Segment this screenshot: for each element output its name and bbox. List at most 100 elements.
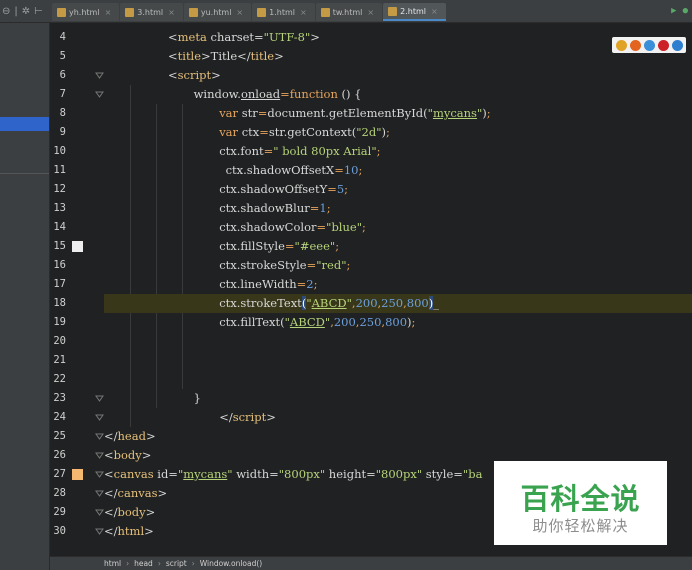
code-line[interactable]: <title>Title</title> <box>104 47 692 66</box>
breadcrumb-separator-icon: › <box>191 559 195 568</box>
fold-icon[interactable] <box>95 508 104 517</box>
code-line[interactable]: ctx.strokeStyle="red"; <box>104 256 692 275</box>
code-line[interactable]: } <box>104 389 692 408</box>
close-icon[interactable]: × <box>236 8 243 17</box>
tab-yh-html[interactable]: yh.html × <box>52 3 120 21</box>
code-line[interactable]: ctx.fillText("ABCD",200,250,800); <box>104 313 692 332</box>
code-token: = <box>316 220 327 234</box>
code-token: height= <box>325 467 376 481</box>
opera-icon[interactable] <box>657 39 669 51</box>
tab-yu-html[interactable]: yu.html × <box>183 3 252 21</box>
code-token: = <box>296 277 307 291</box>
code-line[interactable]: var str=document.getElementById("mycans"… <box>104 104 692 123</box>
breadcrumb-item[interactable]: html <box>104 559 121 568</box>
html-file-icon <box>320 7 330 17</box>
breadcrumb-item[interactable]: head <box>134 559 153 568</box>
code-line[interactable]: ctx.shadowOffsetX=10; <box>104 161 692 180</box>
breadcrumb: html › head › script › Window.onload() <box>50 556 692 570</box>
code-token: ctx.shadowOffsetY <box>219 182 328 196</box>
code-token: 200 <box>355 296 378 310</box>
code-token: < <box>168 30 178 44</box>
line-number: 12 <box>53 183 66 195</box>
code-token: > <box>310 30 320 44</box>
code-line[interactable]: ctx.font=" bold 80px Arial"; <box>104 142 692 161</box>
breadcrumb-item[interactable]: Window.onload() <box>200 559 263 568</box>
code-line[interactable]: ctx.strokeText("ABCD",200,250,800)_ <box>104 294 692 313</box>
code-line[interactable] <box>104 370 692 389</box>
tab-label: tw.html <box>332 7 363 17</box>
breadcrumb-item[interactable]: script <box>166 559 187 568</box>
hide-panel-icon[interactable]: ⊢ <box>34 6 43 17</box>
fold-icon[interactable] <box>95 470 104 479</box>
code-token: canvas <box>113 467 154 481</box>
html-file-icon <box>57 7 66 17</box>
code-token: "blue" <box>326 220 362 234</box>
code-line[interactable]: ctx.lineWidth=2; <box>104 275 692 294</box>
firefox-icon[interactable] <box>629 39 641 51</box>
code-token: = <box>257 106 268 120</box>
fold-icon[interactable] <box>95 90 104 99</box>
code-token: "#eee" <box>294 239 336 253</box>
close-icon[interactable]: × <box>105 8 112 17</box>
fold-icon[interactable] <box>95 71 104 80</box>
ie-icon[interactable] <box>671 39 683 51</box>
tab-label: yh.html <box>69 7 100 17</box>
code-line[interactable] <box>104 332 692 351</box>
bookmark-marker[interactable] <box>72 469 83 480</box>
fold-icon[interactable] <box>95 394 104 403</box>
tab-tw-html[interactable]: tw.html × <box>315 3 383 21</box>
line-number: 26 <box>53 449 66 461</box>
fold-icon[interactable] <box>95 413 104 422</box>
code-line[interactable]: var ctx=str.getContext("2d"); <box>104 123 692 142</box>
tab-1-html[interactable]: 1.html × <box>252 3 315 21</box>
line-number: 29 <box>53 506 66 518</box>
code-line[interactable]: <script> <box>104 66 692 85</box>
code-token: body <box>113 448 142 462</box>
code-line[interactable]: <meta charset="UTF-8"> <box>104 28 692 47</box>
code-token: html <box>117 524 145 538</box>
code-token: 800 <box>385 315 408 329</box>
close-icon[interactable]: × <box>367 8 374 17</box>
code-token: = <box>259 125 269 139</box>
line-number: 21 <box>53 354 66 366</box>
fold-icon[interactable] <box>95 489 104 498</box>
code-token: >Title</ <box>201 49 251 63</box>
code-line[interactable]: window.onload=function () { <box>104 85 692 104</box>
tab-3-html[interactable]: 3.html × <box>120 3 183 21</box>
code-line[interactable]: </script> <box>104 408 692 427</box>
code-token: 1 <box>319 201 327 215</box>
run-icon[interactable]: ▶ <box>671 6 676 16</box>
debug-icon[interactable]: ● <box>683 6 688 16</box>
close-icon[interactable]: × <box>431 7 438 16</box>
code-token: var <box>219 125 239 139</box>
safari-icon[interactable] <box>643 39 655 51</box>
project-selected-item[interactable] <box>0 117 49 131</box>
code-line[interactable]: ctx.shadowOffsetY=5; <box>104 180 692 199</box>
code-line[interactable]: ctx.shadowColor="blue"; <box>104 218 692 237</box>
fold-icon[interactable] <box>95 451 104 460</box>
code-line[interactable] <box>104 351 692 370</box>
separator-icon: | <box>14 5 18 17</box>
settings-icon[interactable]: ✲ <box>22 6 30 17</box>
line-number: 14 <box>53 221 66 233</box>
code-token: ; <box>486 106 491 120</box>
code-token: () { <box>337 87 362 101</box>
close-icon[interactable]: × <box>300 8 307 17</box>
code-token: str.getContext( <box>268 125 357 139</box>
code-token: "red" <box>316 258 347 272</box>
code-line[interactable]: ctx.fillStyle="#eee"; <box>104 237 692 256</box>
fold-icon[interactable] <box>95 432 104 441</box>
line-number: 6 <box>59 69 66 81</box>
breadcrumb-separator-icon: › <box>157 559 161 568</box>
tab-2-html[interactable]: 2.html × <box>383 3 446 21</box>
fold-icon[interactable] <box>95 527 104 536</box>
code-token: title <box>177 49 202 63</box>
collapse-icon[interactable]: ⊖ <box>2 6 10 17</box>
close-icon[interactable]: × <box>168 8 175 17</box>
chrome-icon[interactable] <box>615 39 627 51</box>
code-token: ; <box>362 220 366 234</box>
breakpoint-marker[interactable] <box>72 241 83 252</box>
code-token: window. <box>193 87 241 101</box>
code-line[interactable]: ctx.shadowBlur=1; <box>104 199 692 218</box>
code-line[interactable]: </head> <box>104 427 692 446</box>
